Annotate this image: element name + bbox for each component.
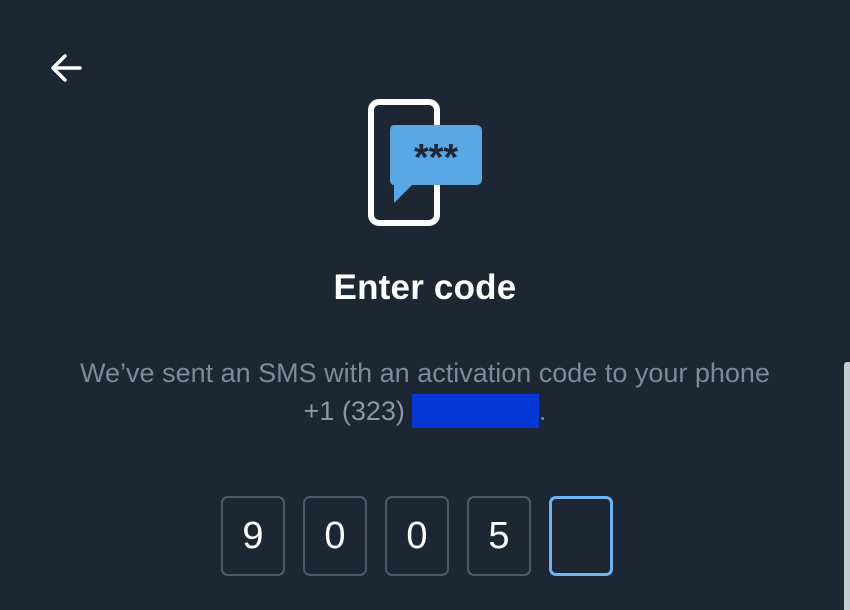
code-input-row: 9 0 0 5 [221, 496, 613, 576]
code-digit-1[interactable]: 9 [221, 496, 285, 576]
description-trailing: . [538, 396, 547, 426]
code-digit-3[interactable]: 0 [385, 496, 449, 576]
description-line: We’ve sent an SMS with an activation cod… [80, 358, 770, 388]
phone-redaction [411, 394, 539, 428]
code-digit-5[interactable] [549, 496, 613, 576]
sms-phone-icon: *** [368, 99, 484, 226]
phone-number: +1 (323) [303, 396, 405, 426]
page-title: Enter code [333, 268, 517, 307]
bubble-text: *** [414, 137, 459, 179]
arrow-left-icon [51, 54, 82, 82]
code-digit-2[interactable]: 0 [303, 496, 367, 576]
enter-code-screen: *** Enter code We’ve sent an SMS with an… [0, 0, 850, 610]
scrollbar[interactable] [844, 362, 850, 610]
description: We’ve sent an SMS with an activation cod… [0, 354, 850, 430]
code-digit-4[interactable]: 5 [467, 496, 531, 576]
phone-line: +1 (323) . [303, 392, 547, 430]
back-button[interactable] [44, 46, 88, 90]
